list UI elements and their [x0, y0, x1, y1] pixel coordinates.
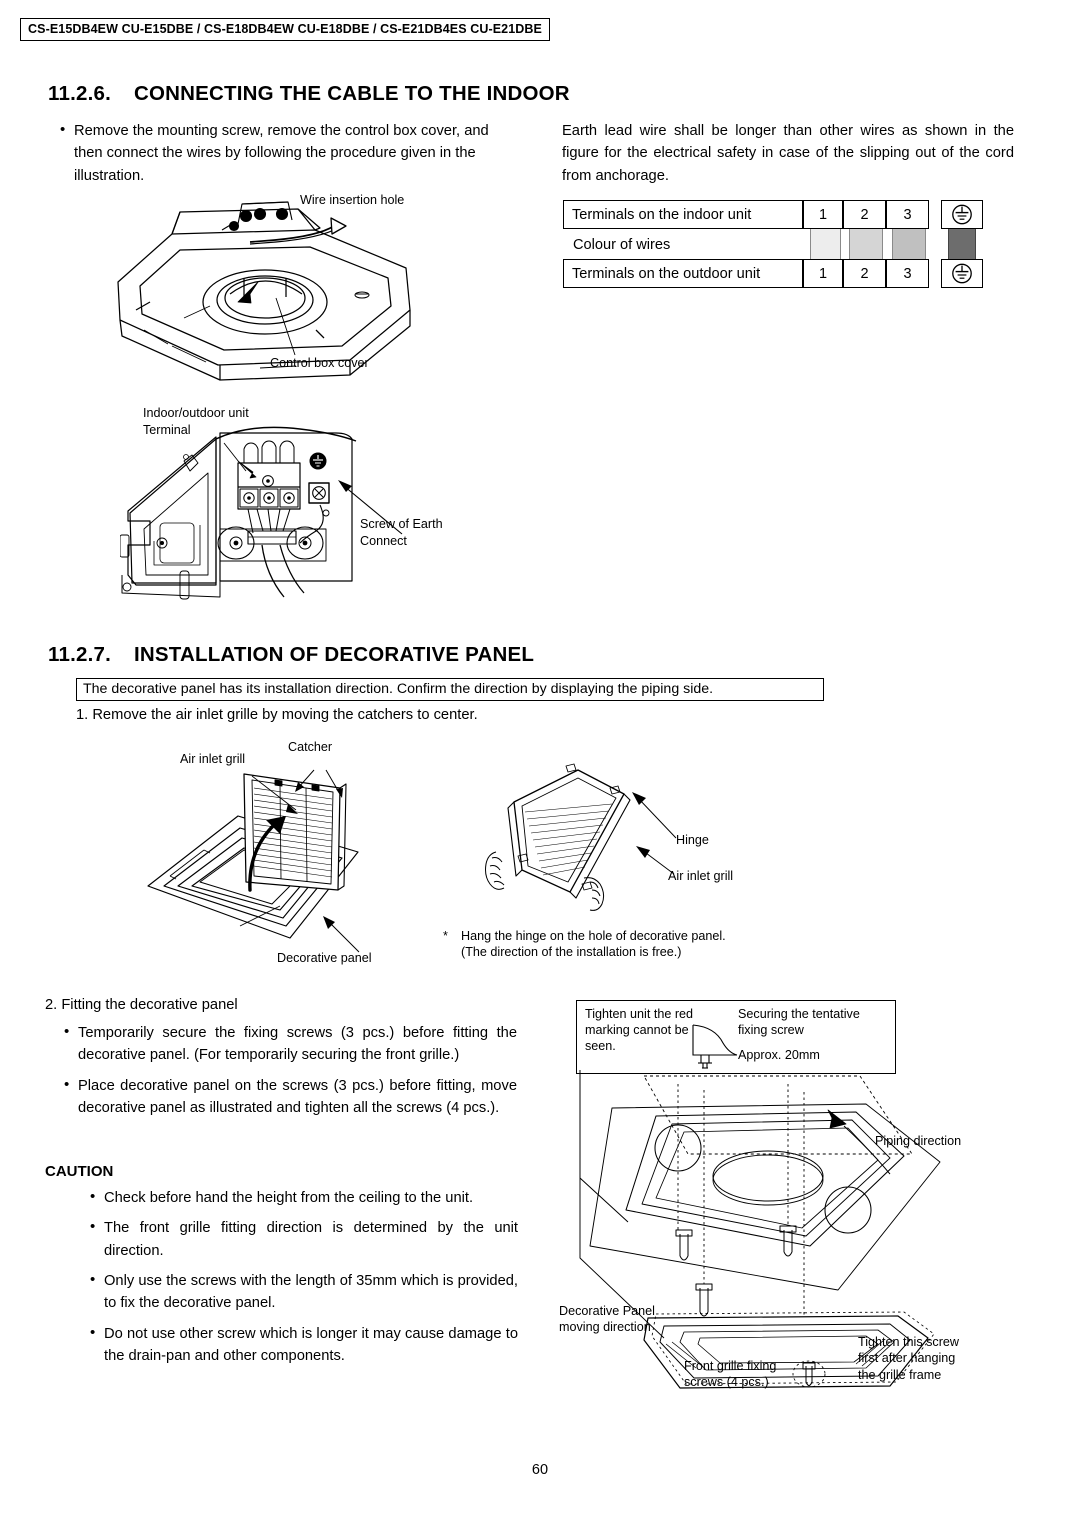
- leader-lines-hinge: [632, 792, 677, 875]
- outdoor-terminal-3: 3: [886, 259, 929, 288]
- table-row: Terminals on the indoor unit: [563, 200, 803, 229]
- label-line-3: the grille frame: [858, 1367, 942, 1382]
- step-2-title: 2. Fitting the decorative panel: [45, 997, 238, 1013]
- outdoor-terminal-1: 1: [803, 259, 843, 288]
- wire-colour-band-2: [849, 227, 883, 261]
- indoor-terminal-3: 3: [886, 200, 929, 229]
- callout-right-line-1: Securing the tentative: [738, 1007, 860, 1021]
- label-line-1: Tighten this screw: [858, 1335, 960, 1349]
- intro-bullet-list: Remove the mounting screw, remove the co…: [58, 119, 518, 187]
- leader-line-decorative-panel: [323, 916, 360, 953]
- note-line-1: Hang the hinge on the hole of decorative…: [461, 929, 726, 943]
- intro-right-text: Earth lead wire shall be longer than oth…: [562, 123, 1014, 184]
- section-number: 11.2.7.: [48, 643, 111, 666]
- label-line-2: Terminal: [143, 423, 191, 437]
- outdoor-earth-terminal: [941, 259, 983, 288]
- table-row: Colour of wires: [565, 230, 801, 260]
- label-wire-insertion-hole: Wire insertion hole: [300, 193, 405, 207]
- label-line-1: Decorative Panel: [559, 1304, 655, 1318]
- row-label-colour: Colour of wires: [573, 237, 671, 253]
- earth-ground-icon: [951, 204, 973, 225]
- screw-detail-sketch: [692, 1024, 738, 1069]
- callout-right-text: Securing the tentative fixing screw: [738, 1007, 860, 1039]
- label-line-1: Front grille fixing: [684, 1359, 777, 1373]
- callout-box-tighten-marking: Tighten unit the red marking cannot be s…: [576, 1000, 896, 1074]
- callout-right-line-2: fixing screw: [738, 1022, 804, 1037]
- label-line-2: first after hanging: [858, 1351, 956, 1366]
- callout-leader-line: [579, 1074, 629, 1223]
- step-1-text: 1. Remove the air inlet grille by moving…: [76, 707, 478, 723]
- list-item: Place decorative panel on the screws (3 …: [62, 1074, 517, 1120]
- figure-terminal-block: [120, 425, 480, 605]
- label-front-grille-fixing-screws: Front grille fixing screws (4 pcs.): [684, 1358, 776, 1391]
- note-asterisk: *: [443, 929, 448, 943]
- indoor-terminal-2: 2: [843, 200, 886, 229]
- label-decorative-panel-moving-direction: Decorative Panel moving direction: [559, 1303, 655, 1336]
- leader-line-earth-screw: [338, 480, 403, 535]
- section-title: INSTALLATION OF DECORATIVE PANEL: [134, 643, 535, 666]
- step-2-bullets: Temporarily secure the fixing screws (3 …: [62, 1021, 517, 1121]
- outdoor-terminal-2: 2: [843, 259, 886, 288]
- indoor-earth-terminal: [941, 200, 983, 229]
- label-catcher: Catcher: [288, 740, 333, 754]
- label-line-1: Indoor/outdoor unit: [143, 406, 249, 420]
- label-control-box-cover: Control box cover: [270, 356, 369, 370]
- label-piping-direction: Piping direction: [875, 1134, 962, 1148]
- caution-heading: CAUTION: [45, 1163, 114, 1180]
- earth-wire-band: [948, 226, 976, 262]
- installation-direction-note: The decorative panel has its installatio…: [76, 678, 824, 701]
- callout-left-text: Tighten unit the red marking cannot be s…: [585, 1007, 693, 1055]
- label-line-2: screws (4 pcs.): [684, 1375, 769, 1390]
- caution-bullets: Check before hand the height from the ce…: [88, 1186, 518, 1369]
- callout-left-line-1: Tighten unit the red: [585, 1007, 694, 1021]
- callout-dimension-text: Approx. 20mm: [738, 1048, 820, 1062]
- wire-colour-band-1: [810, 227, 841, 261]
- terminal-wiring-table: Terminals on the indoor unit 1 2 3 Colou…: [563, 200, 983, 288]
- section-number: 11.2.6.: [48, 82, 111, 105]
- label-indoor-outdoor-terminal: Indoor/outdoor unit Terminal: [143, 405, 249, 439]
- section-heading-11-2-7: 11.2.7. INSTALLATION OF DECORATIVE PANEL: [48, 643, 534, 667]
- step-2-bullet-list: Temporarily secure the fixing screws (3 …: [62, 1021, 517, 1120]
- row-label-indoor: Terminals on the indoor unit: [572, 206, 752, 223]
- wire-colour-band-3: [892, 227, 926, 261]
- list-item: The front grille fitting direction is de…: [88, 1216, 518, 1262]
- hinge-note: * Hang the hinge on the hole of decorati…: [443, 928, 726, 961]
- callout-left-line-2: marking cannot be: [585, 1022, 689, 1037]
- intro-left-text: Remove the mounting screw, remove the co…: [58, 119, 518, 189]
- list-item: Remove the mounting screw, remove the co…: [58, 119, 518, 187]
- leader-lines-grille-labels: [251, 769, 343, 814]
- list-item: Only use the screws with the length of 3…: [88, 1269, 518, 1315]
- callout-left-line-3: seen.: [585, 1038, 616, 1053]
- list-item: Temporarily secure the fixing screws (3 …: [62, 1021, 517, 1067]
- table-row: Terminals on the outdoor unit: [563, 259, 803, 288]
- note-line-2: (The direction of the installation is fr…: [461, 945, 682, 960]
- label-tighten-screw-first: Tighten this screw first after hanging t…: [858, 1334, 959, 1383]
- caution-bullet-list: Check before hand the height from the ce…: [88, 1186, 518, 1368]
- model-number-header: CS-E15DB4EW CU-E15DBE / CS-E18DB4EW CU-E…: [20, 18, 550, 41]
- document-page: CS-E15DB4EW CU-E15DBE / CS-E18DB4EW CU-E…: [0, 0, 1080, 1527]
- section-heading-11-2-6: 11.2.6. CONNECTING THE CABLE TO THE INDOO…: [48, 82, 570, 106]
- page-number: 60: [531, 1462, 549, 1478]
- list-item: Check before hand the height from the ce…: [88, 1186, 518, 1209]
- earth-ground-icon: [951, 263, 973, 284]
- row-label-outdoor: Terminals on the outdoor unit: [572, 265, 761, 282]
- label-line-2: moving direction: [559, 1320, 651, 1335]
- section-title: CONNECTING THE CABLE TO THE INDOOR: [134, 82, 570, 105]
- list-item: Do not use other screw which is longer i…: [88, 1322, 518, 1368]
- label-air-inlet-grill-left: Air inlet grill: [180, 752, 246, 766]
- indoor-terminal-1: 1: [803, 200, 843, 229]
